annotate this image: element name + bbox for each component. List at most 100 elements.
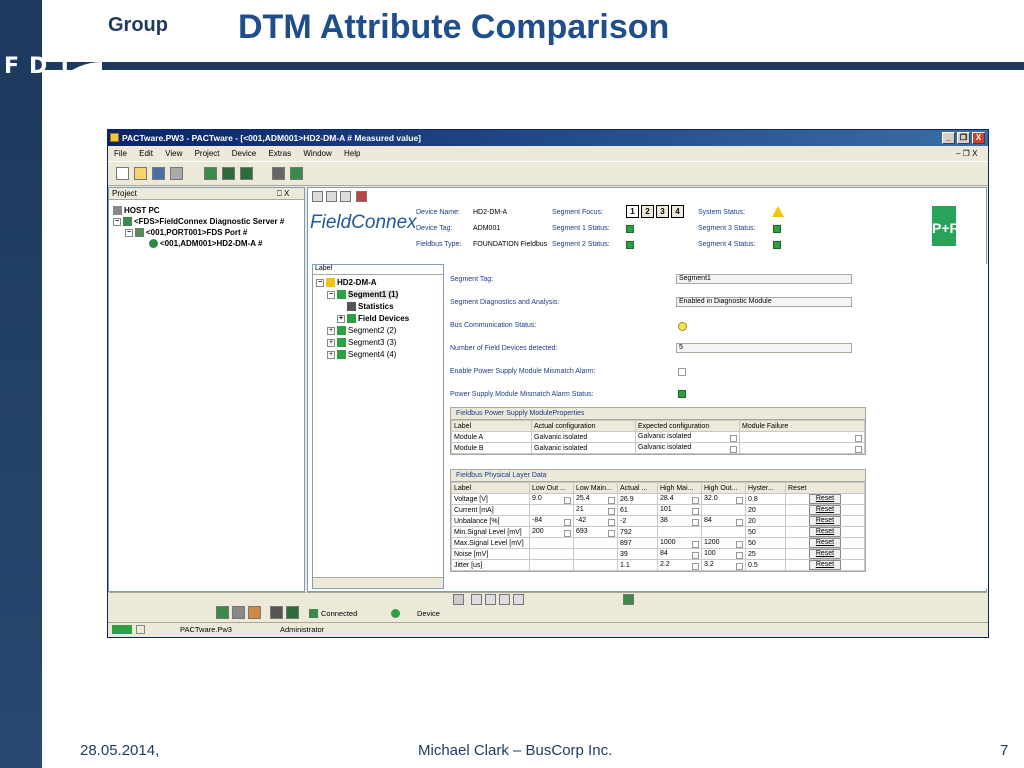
print-icon[interactable] bbox=[170, 167, 183, 180]
view-icon-3[interactable] bbox=[340, 191, 351, 202]
checkbox[interactable] bbox=[608, 496, 615, 504]
catalog-small-icon[interactable] bbox=[216, 606, 229, 619]
view-icon-1[interactable] bbox=[312, 191, 323, 202]
home-icon[interactable] bbox=[453, 594, 464, 605]
tree-adm-device[interactable]: <001,ADM001>HD2-DM-A # bbox=[149, 239, 262, 249]
collapse-toggle[interactable]: − bbox=[327, 290, 335, 299]
menu-device[interactable]: Device bbox=[232, 149, 256, 158]
checkbox[interactable] bbox=[736, 518, 743, 526]
reset-button[interactable]: Reset bbox=[808, 538, 842, 548]
export-icon[interactable] bbox=[286, 606, 299, 619]
menu-view[interactable]: View bbox=[165, 149, 182, 158]
close-button[interactable]: X bbox=[972, 132, 985, 144]
checkbox[interactable] bbox=[608, 507, 615, 515]
cell-value: 84 bbox=[704, 516, 712, 524]
segment-tag-field[interactable]: Segment1 bbox=[676, 274, 852, 284]
save-dtm-icon[interactable] bbox=[623, 594, 634, 605]
expand-toggle[interactable]: + bbox=[337, 314, 345, 323]
reset-button[interactable]: Reset bbox=[808, 494, 842, 504]
checkbox[interactable] bbox=[692, 540, 699, 548]
nav-icon-4[interactable] bbox=[513, 594, 524, 605]
collapse-toggle[interactable]: − bbox=[125, 228, 133, 237]
reset-button[interactable]: Reset bbox=[808, 560, 842, 570]
view-icon-2[interactable] bbox=[326, 191, 337, 202]
checkbox[interactable] bbox=[692, 551, 699, 559]
ltree-statistics[interactable]: Statistics bbox=[347, 302, 394, 312]
ltree-segment2[interactable]: + Segment2 (2) bbox=[327, 326, 396, 336]
nav-icon-1[interactable] bbox=[471, 594, 482, 605]
enable-psm-checkbox[interactable] bbox=[678, 368, 686, 376]
ltree-segment3[interactable]: + Segment3 (3) bbox=[327, 338, 396, 348]
menu-help[interactable]: Help bbox=[344, 149, 360, 158]
delete-icon[interactable] bbox=[248, 606, 261, 619]
pane-controls[interactable]: ⎕ X bbox=[277, 189, 289, 199]
segment-4-button[interactable]: 4 bbox=[671, 205, 684, 218]
minimize-button[interactable]: _ bbox=[942, 132, 955, 144]
checkbox[interactable] bbox=[736, 562, 743, 570]
checkbox[interactable] bbox=[692, 518, 699, 526]
label-tree-scrollbar[interactable] bbox=[313, 577, 443, 588]
checkbox[interactable] bbox=[564, 496, 571, 504]
segment-2-button[interactable]: 2 bbox=[641, 205, 654, 218]
checkbox[interactable] bbox=[692, 507, 699, 515]
reset-button[interactable]: Reset bbox=[808, 549, 842, 559]
connect-icon[interactable] bbox=[204, 167, 217, 180]
expand-toggle[interactable]: + bbox=[327, 326, 335, 335]
device-icon[interactable] bbox=[290, 167, 303, 180]
menu-project[interactable]: Project bbox=[195, 149, 220, 158]
expand-toggle[interactable]: + bbox=[327, 350, 335, 359]
table-row: Jitter [us] 1.1 2.2 3.2 0.5 Reset bbox=[451, 559, 865, 571]
save-icon[interactable] bbox=[152, 167, 165, 180]
checkbox[interactable] bbox=[730, 445, 737, 453]
mdi-controls[interactable]: – ❐ X bbox=[956, 149, 977, 158]
tree-fds-server[interactable]: − <FDS>FieldConnex Diagnostic Server # bbox=[113, 217, 284, 227]
collapse-toggle[interactable]: − bbox=[113, 217, 121, 226]
segment-1-button[interactable]: 1 bbox=[626, 205, 639, 218]
upload-icon[interactable] bbox=[240, 167, 253, 180]
maximize-button[interactable]: ❐ bbox=[957, 132, 970, 144]
segment-3-button[interactable]: 3 bbox=[656, 205, 669, 218]
nav-icon-2[interactable] bbox=[485, 594, 496, 605]
window-titlebar[interactable]: PACTware.PW3 - PACTware - [<001,ADM001>H… bbox=[108, 130, 988, 146]
catalog-icon[interactable] bbox=[272, 167, 285, 180]
num-devices-field[interactable]: 5 bbox=[676, 343, 852, 353]
menu-edit[interactable]: Edit bbox=[139, 149, 153, 158]
checkbox[interactable] bbox=[692, 562, 699, 570]
network-icon[interactable] bbox=[232, 606, 245, 619]
menu-window[interactable]: Window bbox=[303, 149, 331, 158]
ltree-hd2-dm-a[interactable]: − HD2-DM-A bbox=[316, 278, 377, 288]
checkbox[interactable] bbox=[608, 518, 615, 526]
disconnect-icon[interactable] bbox=[222, 167, 235, 180]
tree-fds-port[interactable]: − <001,PORT001>FDS Port # bbox=[125, 228, 247, 238]
checkbox[interactable] bbox=[730, 434, 737, 442]
nav-icon-3[interactable] bbox=[499, 594, 510, 605]
checkbox[interactable] bbox=[564, 518, 571, 526]
open-icon[interactable] bbox=[134, 167, 147, 180]
cell-value: 25.4 bbox=[576, 494, 590, 502]
table-row: Current [mA] 21 61 101 20 Reset bbox=[451, 504, 865, 516]
checkbox[interactable] bbox=[736, 496, 743, 504]
reset-button[interactable]: Reset bbox=[808, 527, 842, 537]
menu-file[interactable]: File bbox=[114, 149, 127, 158]
diag-icon[interactable] bbox=[356, 191, 367, 202]
tree-host-pc[interactable]: HOST PC bbox=[113, 206, 160, 216]
reset-button[interactable]: Reset bbox=[808, 505, 842, 515]
collapse-toggle[interactable]: − bbox=[316, 278, 324, 287]
checkbox[interactable] bbox=[855, 445, 862, 453]
checkbox[interactable] bbox=[736, 551, 743, 559]
menu-extras[interactable]: Extras bbox=[268, 149, 291, 158]
ltree-segment4[interactable]: + Segment4 (4) bbox=[327, 350, 396, 360]
checkbox[interactable] bbox=[692, 496, 699, 504]
ltree-segment1[interactable]: − Segment1 (1) bbox=[327, 290, 399, 300]
new-icon[interactable] bbox=[116, 167, 129, 180]
checkbox[interactable] bbox=[736, 540, 743, 548]
reset-button[interactable]: Reset bbox=[808, 516, 842, 526]
diag-field[interactable]: Enabled in Diagnostic Module bbox=[676, 297, 852, 307]
checkbox[interactable] bbox=[855, 434, 862, 442]
topology-icon[interactable] bbox=[270, 606, 283, 619]
expand-toggle[interactable]: + bbox=[327, 338, 335, 347]
ltree-field-devices[interactable]: + Field Devices bbox=[337, 314, 409, 324]
checkbox[interactable] bbox=[608, 529, 615, 537]
project-scrollbar[interactable] bbox=[109, 592, 306, 603]
checkbox[interactable] bbox=[564, 529, 571, 537]
